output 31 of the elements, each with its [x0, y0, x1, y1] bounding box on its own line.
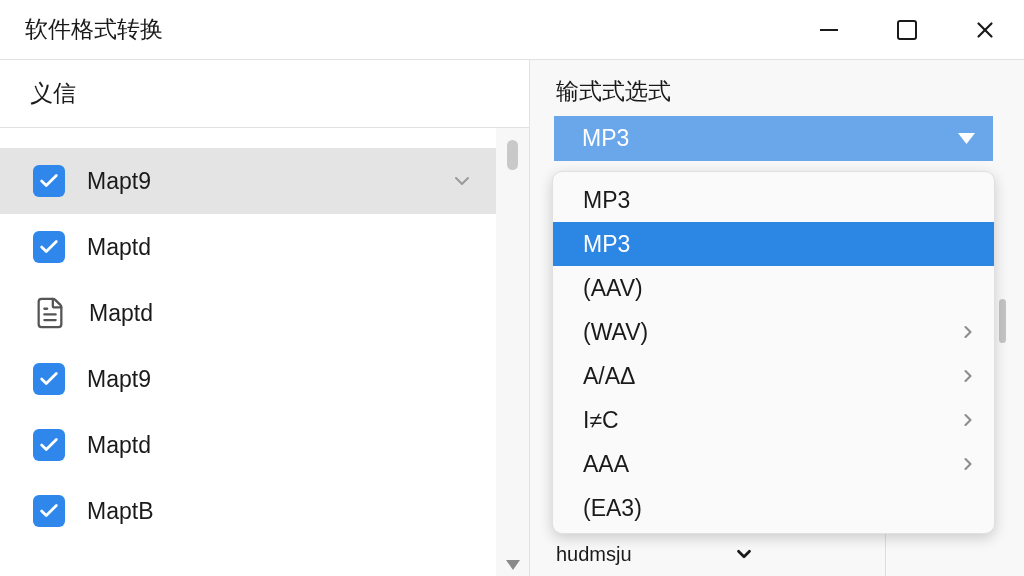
checkbox[interactable] — [33, 165, 65, 197]
file-name: MaptB — [87, 496, 154, 526]
file-name: Mapt9 — [87, 364, 151, 394]
dropdown-option[interactable]: MP3 — [553, 178, 994, 222]
scrollbar-thumb[interactable] — [999, 299, 1006, 343]
file-name: Maptd — [87, 232, 151, 262]
checkbox[interactable] — [33, 363, 65, 395]
scrollbar-thumb[interactable] — [507, 140, 518, 170]
file-list-item[interactable]: Mapt9 — [0, 148, 496, 214]
file-name: Mapt9 — [87, 166, 151, 196]
maximize-icon — [895, 17, 919, 42]
checkbox[interactable] — [33, 231, 65, 263]
dropdown-option[interactable]: I≠C — [553, 398, 994, 442]
file-name: Maptd — [87, 430, 151, 460]
checkbox[interactable] — [33, 495, 65, 527]
dropdown-triangle-icon — [958, 133, 975, 144]
window-title: 软件格式转换 — [25, 15, 163, 45]
dropdown-option[interactable]: A/AΔ — [553, 354, 994, 398]
format-select[interactable]: hudmsju — [530, 532, 885, 576]
dropdown-option[interactable]: (AAV) — [553, 266, 994, 310]
minimize-icon — [820, 28, 838, 31]
checkbox[interactable] — [33, 429, 65, 461]
dropdown-option[interactable]: (EA3) — [553, 486, 994, 530]
panel-header: 义信 — [30, 79, 76, 109]
scroll-down-arrow-icon[interactable] — [505, 560, 520, 570]
file-name: Maptd — [89, 298, 153, 328]
format-label: 输式式选式 — [556, 78, 672, 104]
dropdown-option[interactable]: (WAV) — [553, 310, 994, 354]
scrollbar[interactable] — [496, 128, 529, 576]
dropdown-option[interactable]: AAA — [553, 442, 994, 486]
dropdown-option[interactable]: MP3 — [553, 222, 994, 266]
